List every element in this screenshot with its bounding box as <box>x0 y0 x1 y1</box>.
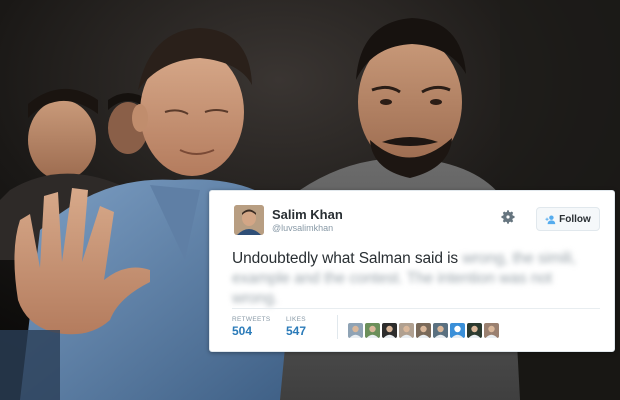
liker-avatar[interactable] <box>416 323 431 338</box>
display-name[interactable]: Salim Khan <box>272 207 343 222</box>
liker-avatar[interactable] <box>365 323 380 338</box>
tweet-text-visible: Undoubtedly what Salman said is <box>232 250 459 267</box>
retweets-count: 504 <box>232 324 253 338</box>
stats-separator <box>337 315 338 339</box>
likes-label: LIKES <box>286 316 306 323</box>
user-avatar[interactable] <box>234 205 264 235</box>
liker-avatar[interactable] <box>348 323 363 338</box>
user-block: Salim Khan @luvsalimkhan <box>272 207 343 234</box>
tweet-header: Salim Khan @luvsalimkhan Follow <box>232 203 600 237</box>
likes-count: 547 <box>286 324 307 338</box>
liker-avatar[interactable] <box>484 323 499 338</box>
liker-avatar[interactable] <box>399 323 414 338</box>
liker-avatar[interactable] <box>382 323 397 338</box>
retweets-label: RETWEETS <box>232 316 271 323</box>
liker-avatar[interactable] <box>467 323 482 338</box>
tweet-card: Salim Khan @luvsalimkhan Follow Undoubte… <box>209 190 615 352</box>
add-user-icon <box>545 214 556 224</box>
gear-icon[interactable] <box>500 209 516 225</box>
likes-stat[interactable]: LIKES 547 <box>286 315 340 338</box>
tweet-text: Undoubtedly what Salman said is wrong, t… <box>232 249 600 309</box>
follow-button[interactable]: Follow <box>536 207 600 231</box>
stats-divider <box>232 308 600 309</box>
retweets-stat[interactable]: RETWEETS 504 <box>232 315 286 338</box>
liker-avatar[interactable] <box>433 323 448 338</box>
liker-avatars <box>348 323 499 338</box>
tweet-stats: RETWEETS 504 LIKES 547 <box>232 315 340 338</box>
liker-avatar[interactable] <box>450 323 465 338</box>
user-handle[interactable]: @luvsalimkhan <box>272 222 343 234</box>
follow-label: Follow <box>559 213 591 225</box>
avatar-image <box>234 205 264 235</box>
